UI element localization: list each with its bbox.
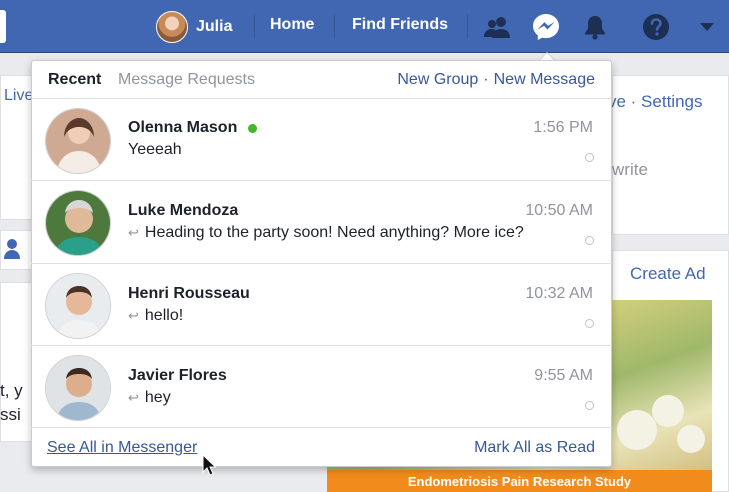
help-icon[interactable] (641, 12, 671, 42)
reply-arrow-icon: ↩ (128, 390, 139, 405)
message-snippet: ↩ Heading to the party soon! Need anythin… (128, 224, 524, 242)
new-group-link[interactable]: New Group (397, 71, 478, 89)
profile-link[interactable]: Julia (156, 10, 232, 43)
nav-divider (467, 14, 468, 38)
mark-as-read-toggle[interactable] (585, 153, 594, 162)
find-friends-link[interactable]: Find Friends (352, 16, 448, 34)
friends-icon[interactable] (482, 12, 512, 42)
reply-arrow-icon: ↩ (128, 225, 139, 240)
people-tag-icon (4, 239, 20, 259)
write-placeholder: write (612, 160, 648, 179)
dropdown-header: Recent Message Requests New Group · New … (32, 61, 611, 99)
create-ad-link[interactable]: Create Ad (630, 264, 706, 284)
dropdown-footer: See All in Messenger Mark All as Read (31, 428, 612, 467)
ad-flower (617, 410, 657, 450)
messenger-icon[interactable] (531, 12, 561, 42)
conversation-row[interactable]: Olenna Mason 1:56 PM Yeeeah (31, 98, 612, 181)
tab-message-requests[interactable]: Message Requests (118, 71, 255, 89)
message-snippet: ↩ hello! (128, 307, 183, 325)
message-snippet-text: Heading to the party soon! Need anything… (144, 224, 524, 241)
message-snippet-text: hey (144, 389, 171, 406)
nav-divider (334, 14, 335, 38)
ad-caption[interactable]: Endometriosis Pain Research Study (327, 470, 712, 492)
conversation-row[interactable]: Henri Rousseau 10:32 AM ↩ hello! (31, 264, 612, 346)
message-snippet: ↩ hey (128, 389, 171, 407)
see-all-in-messenger-link[interactable]: See All in Messenger (47, 439, 197, 457)
post-text-fragment: ssi (0, 405, 21, 424)
contact-avatar (45, 355, 111, 421)
mark-as-read-toggle[interactable] (585, 319, 594, 328)
contact-name: Luke Mendoza (128, 202, 239, 219)
search-input[interactable] (0, 10, 6, 43)
user-avatar (156, 10, 188, 43)
message-time: 10:32 AM (525, 285, 593, 302)
separator-dot: · (483, 71, 489, 88)
nav-divider (254, 14, 255, 38)
message-snippet-text: Yeeeah (128, 141, 182, 158)
conversation-row[interactable]: Javier Flores 9:55 AM ↩ hey (31, 346, 612, 428)
contact-name: Javier Flores (128, 367, 227, 384)
mouse-cursor-icon (202, 454, 216, 476)
right-panel-links[interactable]: ve · Settings (608, 92, 703, 112)
left-composer-panel (0, 230, 32, 270)
new-message-link[interactable]: New Message (494, 71, 595, 89)
mark-as-read-toggle[interactable] (585, 236, 594, 245)
message-snippet-text: hello! (144, 307, 184, 324)
contact-avatar (45, 190, 111, 256)
contact-avatar (45, 273, 111, 339)
contact-name: Henri Rousseau (128, 285, 250, 302)
top-navigation-bar: Julia Home Find Friends (0, 0, 729, 53)
message-snippet: Yeeeah (128, 141, 182, 159)
mark-as-read-toggle[interactable] (585, 401, 594, 410)
conversation-row[interactable]: Luke Mendoza 10:50 AM ↩ Heading to the pa… (31, 181, 612, 264)
message-time: 1:56 PM (533, 119, 593, 136)
contact-name: Olenna Mason (128, 119, 238, 136)
home-link[interactable]: Home (270, 16, 314, 34)
message-time: 9:55 AM (534, 367, 593, 384)
mark-all-as-read-link[interactable]: Mark All as Read (474, 439, 595, 457)
profile-name: Julia (196, 17, 233, 35)
online-status-indicator (248, 124, 257, 133)
menu-caret-icon[interactable] (692, 12, 722, 42)
tab-recent[interactable]: Recent (48, 71, 101, 89)
post-text-fragment: t, y (0, 381, 23, 400)
header-actions: New Group · New Message (397, 71, 595, 89)
live-link[interactable]: Live (4, 87, 33, 105)
contact-avatar (45, 108, 111, 174)
reply-arrow-icon: ↩ (128, 308, 139, 323)
notifications-bell-icon[interactable] (580, 12, 610, 42)
ad-flower (677, 425, 705, 453)
ad-flower (652, 395, 684, 427)
message-time: 10:50 AM (525, 202, 593, 219)
